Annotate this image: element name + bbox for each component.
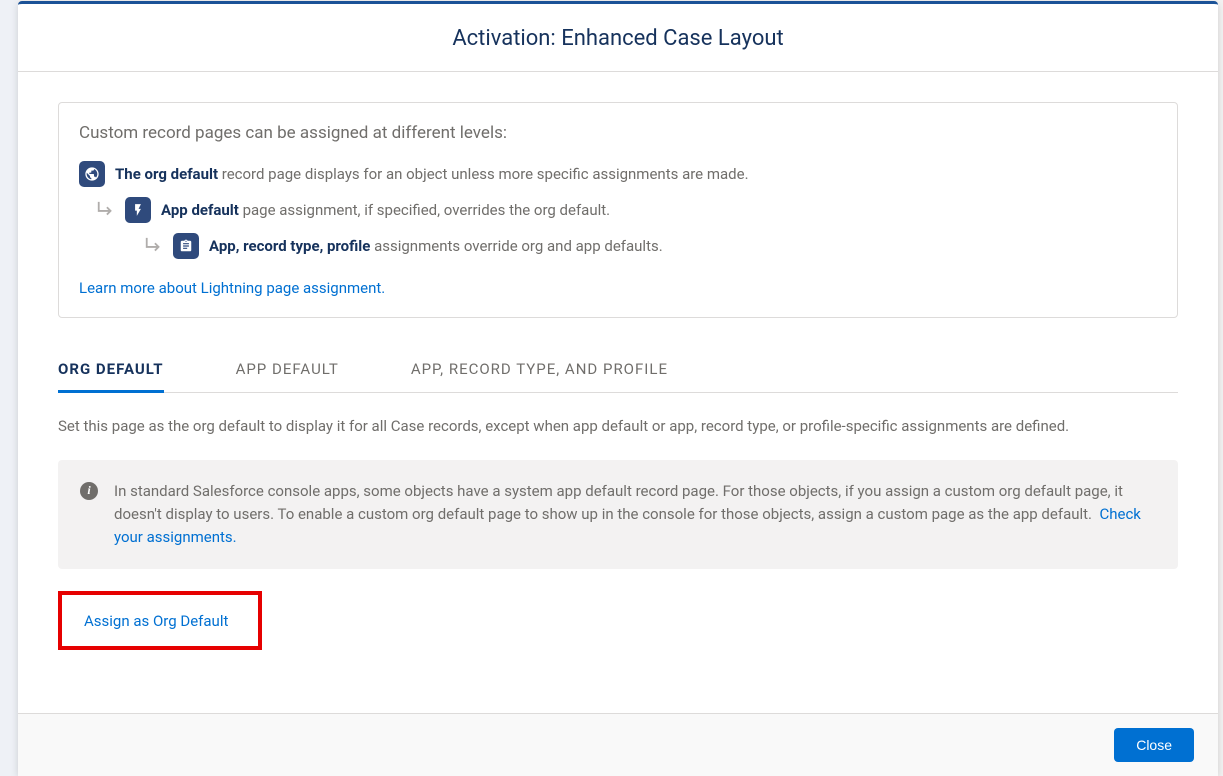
level-org-default: The org default record page displays for…	[79, 161, 1157, 187]
modal-body[interactable]: Custom record pages can be assigned at d…	[18, 72, 1218, 713]
close-button[interactable]: Close	[1114, 728, 1194, 762]
activation-modal: Activation: Enhanced Case Layout Custom …	[18, 1, 1218, 776]
level-org-bold: The org default	[115, 165, 218, 183]
level-profile-rest: assignments override org and app default…	[370, 237, 662, 255]
sub-arrow-icon	[93, 199, 119, 221]
learn-more-link[interactable]: Learn more about Lightning page assignme…	[79, 279, 385, 297]
clipboard-icon	[173, 233, 199, 259]
note-body: In standard Salesforce console apps, som…	[114, 482, 1123, 523]
tabs: ORG DEFAULT APP DEFAULT APP, RECORD TYPE…	[58, 348, 1178, 393]
level-app-text: App default page assignment, if specifie…	[161, 201, 610, 219]
level-profile-bold: App, record type, profile	[209, 237, 370, 255]
globe-icon	[79, 161, 105, 187]
org-default-description: Set this page as the org default to disp…	[58, 415, 1178, 438]
lightning-icon	[125, 197, 151, 223]
level-org-rest: record page displays for an object unles…	[218, 165, 749, 183]
level-org-text: The org default record page displays for…	[115, 165, 749, 183]
assign-org-default-button[interactable]: Assign as Org Default	[84, 612, 228, 630]
modal-footer: Close	[18, 713, 1218, 776]
modal-title: Activation: Enhanced Case Layout	[18, 26, 1218, 51]
assignment-levels-intro: Custom record pages can be assigned at d…	[79, 123, 1157, 143]
tab-app-default[interactable]: APP DEFAULT	[236, 348, 339, 392]
level-app-default: App default page assignment, if specifie…	[93, 197, 1157, 223]
level-profile: App, record type, profile assignments ov…	[141, 233, 1157, 259]
backdrop	[0, 0, 18, 776]
tab-org-default[interactable]: ORG DEFAULT	[58, 348, 164, 393]
tab-app-record-profile[interactable]: APP, RECORD TYPE, AND PROFILE	[411, 348, 668, 392]
info-note-text: In standard Salesforce console apps, som…	[114, 480, 1156, 550]
assignment-levels-card: Custom record pages can be assigned at d…	[58, 102, 1178, 318]
level-profile-text: App, record type, profile assignments ov…	[209, 237, 663, 255]
sub-arrow-icon	[141, 235, 167, 257]
info-icon: i	[80, 482, 98, 500]
assign-highlight-box: Assign as Org Default	[58, 591, 262, 650]
modal-header: Activation: Enhanced Case Layout	[18, 4, 1218, 72]
level-app-bold: App default	[161, 201, 239, 219]
level-app-rest: page assignment, if specified, overrides…	[239, 201, 610, 219]
info-note: i In standard Salesforce console apps, s…	[58, 460, 1178, 570]
